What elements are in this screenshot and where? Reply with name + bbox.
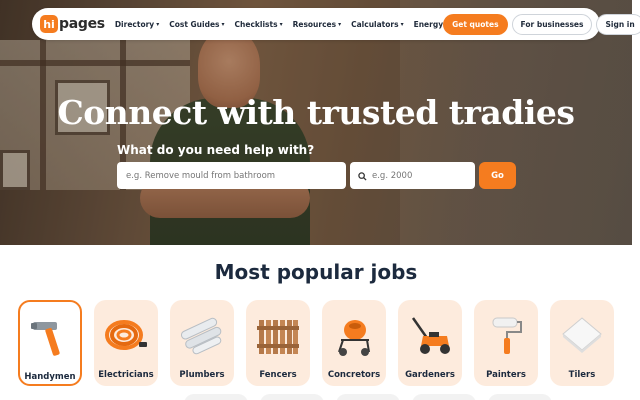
job-label: Electricians bbox=[98, 370, 154, 380]
hero-title: Connect with trusted tradies bbox=[57, 93, 575, 132]
chevron-down-icon: ▾ bbox=[221, 20, 225, 28]
logo-text: pages bbox=[59, 16, 105, 32]
job-label: Tilers bbox=[568, 370, 596, 380]
nav-cost-guides[interactable]: Cost Guides ▾ bbox=[169, 20, 224, 29]
cement-mixer-icon bbox=[327, 308, 381, 362]
chevron-down-icon: ▾ bbox=[400, 20, 404, 28]
chevron-down-icon: ▾ bbox=[338, 20, 342, 28]
job-card-electricians[interactable]: Electricians bbox=[94, 300, 158, 386]
search-icon bbox=[358, 166, 367, 185]
paint-roller-icon bbox=[479, 308, 533, 362]
job-label: Handymen bbox=[24, 372, 76, 382]
sign-in-button[interactable]: Sign in bbox=[596, 13, 640, 35]
job-label: Fencers bbox=[259, 370, 297, 380]
job-label: Plumbers bbox=[179, 370, 225, 380]
job-card-concretors[interactable]: Concretors bbox=[322, 300, 386, 386]
cable-coil-icon bbox=[99, 308, 153, 362]
next-row-card bbox=[412, 394, 476, 400]
page: hi pages Directory ▾ Cost Guides ▾ Checkli… bbox=[0, 0, 640, 400]
postcode-input[interactable] bbox=[372, 170, 472, 181]
job-card-tilers[interactable]: Tilers bbox=[550, 300, 614, 386]
job-card-handymen[interactable]: Handymen bbox=[18, 300, 82, 386]
job-card-plumbers[interactable]: Plumbers bbox=[170, 300, 234, 386]
nav-resources[interactable]: Resources ▾ bbox=[293, 20, 342, 29]
nav-links: Directory ▾ Cost Guides ▾ Checklists ▾ Reso… bbox=[115, 20, 443, 29]
nav-energy[interactable]: Energy bbox=[414, 20, 444, 29]
next-row-card bbox=[184, 394, 248, 400]
top-navbar: hi pages Directory ▾ Cost Guides ▾ Checkli… bbox=[32, 8, 640, 40]
chevron-down-icon: ▾ bbox=[279, 20, 283, 28]
job-label: Gardeners bbox=[405, 370, 455, 380]
job-label: Concretors bbox=[327, 370, 381, 380]
next-row-card bbox=[488, 394, 552, 400]
lawn-mower-icon bbox=[403, 308, 457, 362]
job-card-painters[interactable]: Painters bbox=[474, 300, 538, 386]
next-row-card bbox=[260, 394, 324, 400]
nav-actions: Get quotes For businesses Sign in bbox=[443, 13, 640, 35]
job-card-gardeners[interactable]: Gardeners bbox=[398, 300, 462, 386]
for-businesses-button[interactable]: For businesses bbox=[511, 13, 593, 35]
chevron-down-icon: ▾ bbox=[156, 20, 160, 28]
job-label: Painters bbox=[486, 370, 526, 380]
popular-jobs-title: Most popular jobs bbox=[214, 260, 418, 284]
go-button[interactable]: Go bbox=[479, 162, 516, 189]
get-quotes-button[interactable]: Get quotes bbox=[443, 13, 508, 35]
nav-directory[interactable]: Directory ▾ bbox=[115, 20, 159, 29]
pipes-icon bbox=[175, 308, 229, 362]
tile-icon bbox=[555, 308, 609, 362]
search-label: What do you need help with? bbox=[117, 143, 315, 157]
job-search-input[interactable] bbox=[117, 162, 346, 189]
nav-checklists[interactable]: Checklists ▾ bbox=[235, 20, 283, 29]
postcode-field[interactable] bbox=[350, 162, 475, 189]
hipages-logo[interactable]: hi pages bbox=[40, 15, 105, 33]
fence-icon bbox=[251, 308, 305, 362]
next-row-card bbox=[336, 394, 400, 400]
hammer-icon bbox=[23, 310, 77, 364]
popular-jobs-list: Handymen Electricians Plumbers Fencers C… bbox=[18, 300, 614, 386]
nav-calculators[interactable]: Calculators ▾ bbox=[351, 20, 403, 29]
job-card-fencers[interactable]: Fencers bbox=[246, 300, 310, 386]
logo-badge: hi bbox=[40, 15, 58, 33]
